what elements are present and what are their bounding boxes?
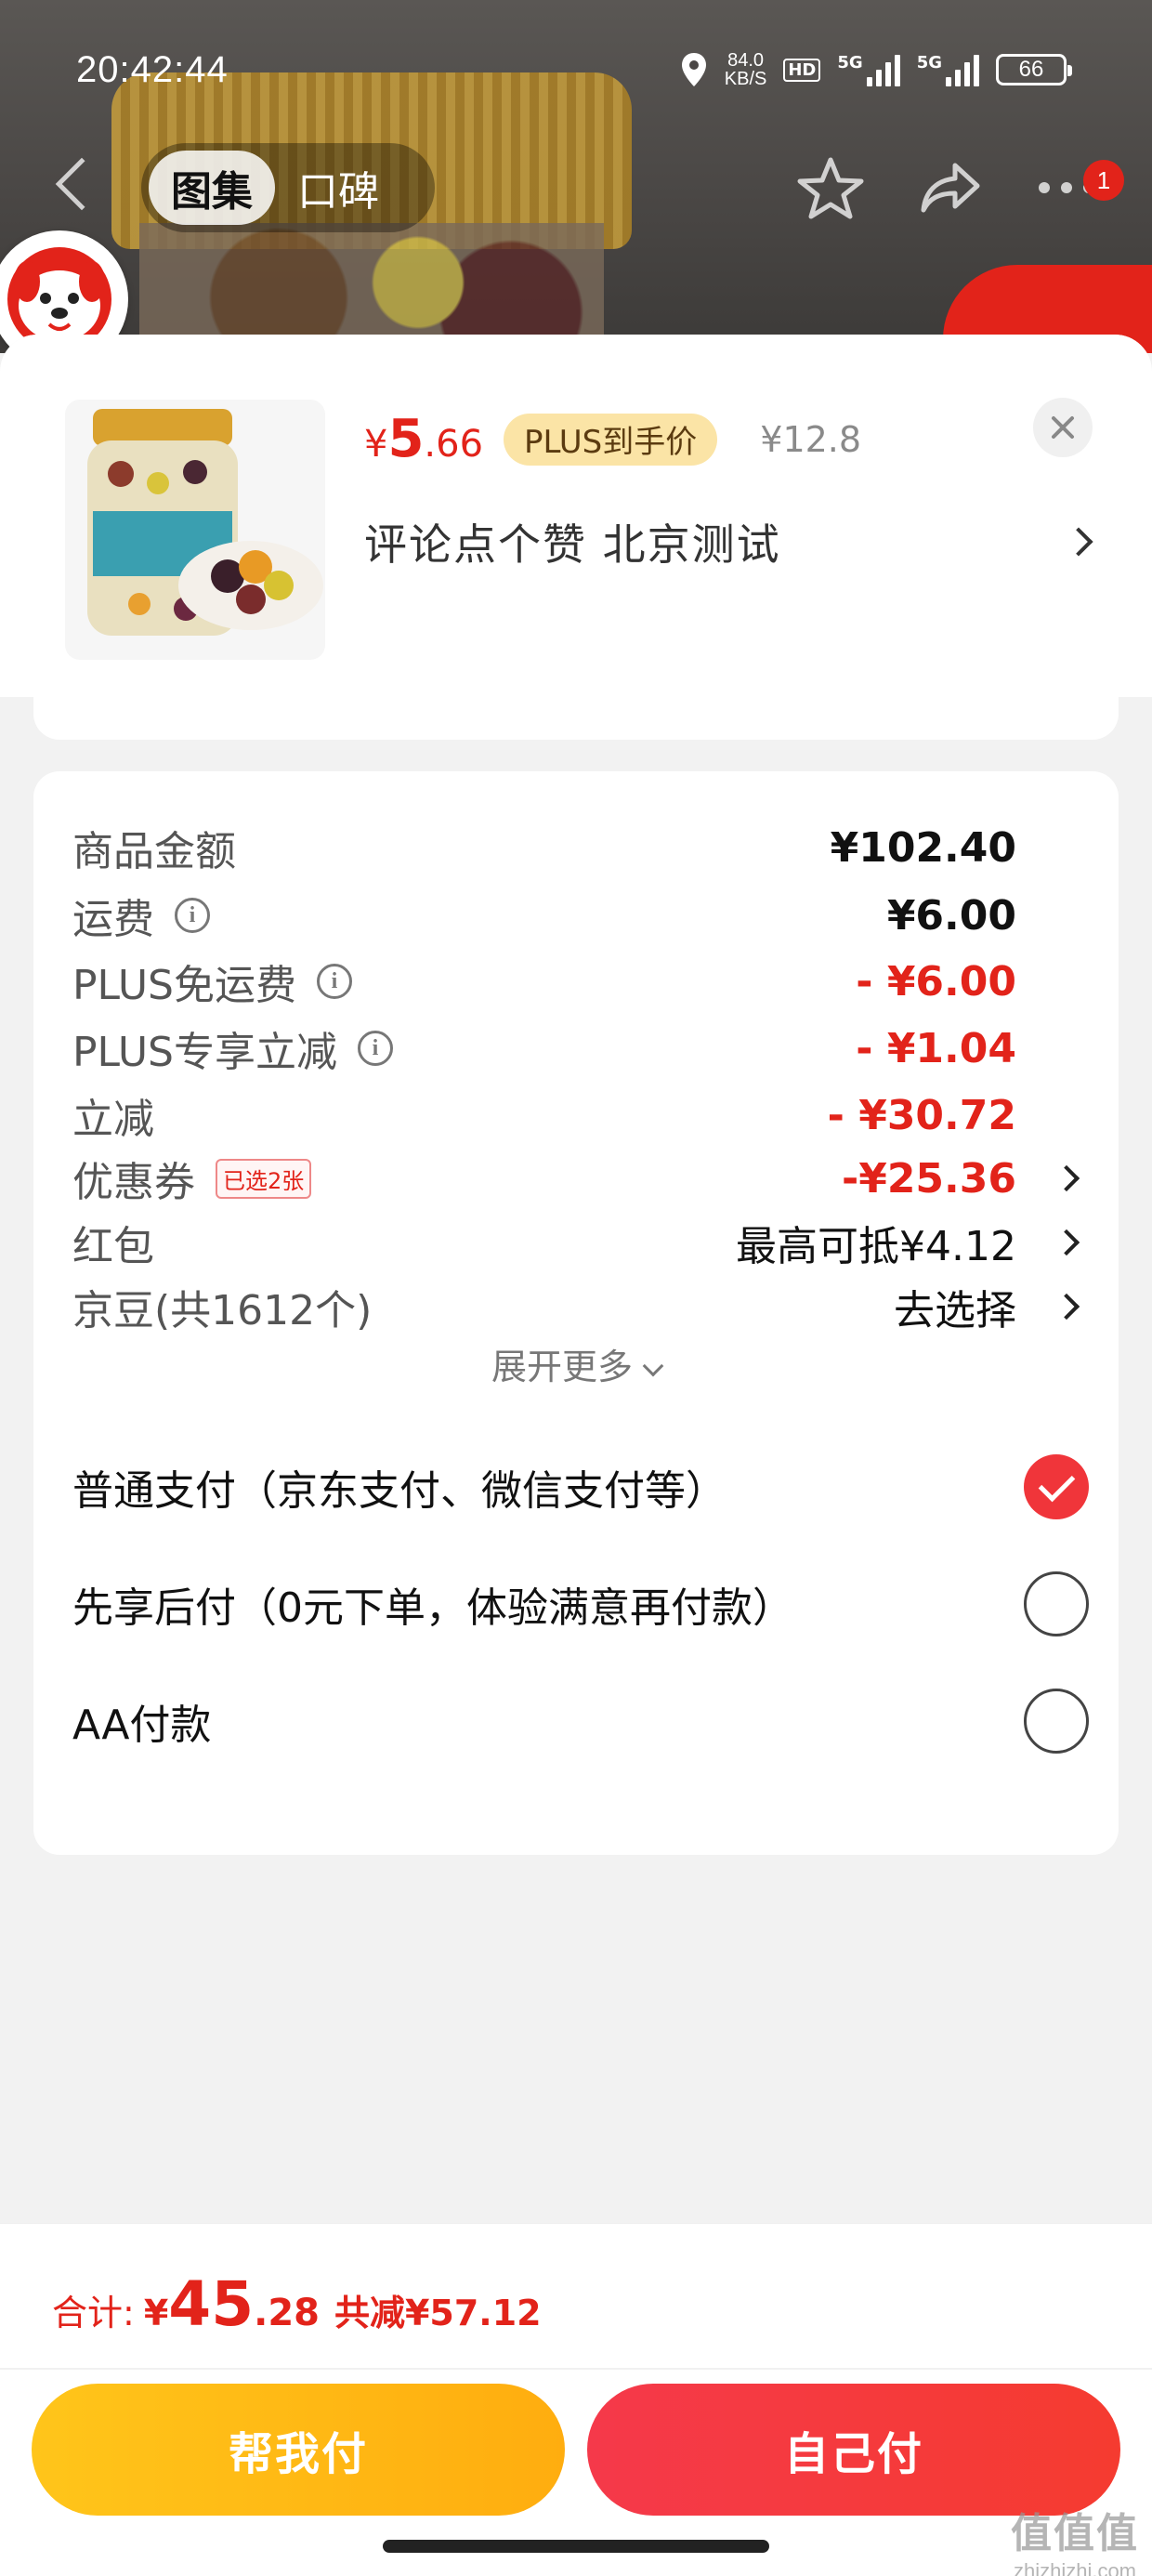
- gallery-tabs: 图集 口碑: [141, 143, 435, 232]
- cost-row-plus-discount: PLUS专享立减 i - ¥1.04: [72, 1020, 1080, 1077]
- more-button[interactable]: 1: [1037, 160, 1124, 201]
- product-summary: ¥ 5 .66 PLUS到手价 ¥12.8 评论点个赞 北京测试: [0, 335, 1152, 697]
- total-saved: 共减¥57.12: [334, 2293, 542, 2333]
- signal-label-2: 5G: [916, 53, 942, 72]
- product-price-row: ¥ 5 .66 PLUS到手价 ¥12.8: [364, 409, 861, 469]
- total-currency: ¥: [143, 2293, 169, 2333]
- pay-option-label: 普通支付（京东支付、微信支付等）: [72, 1467, 727, 1515]
- cost-value: ¥6.00: [886, 891, 1016, 940]
- status-bar: 20:42:44 84.0 KB/S HD 5G 5G 66: [0, 37, 1152, 102]
- nav-bar: 图集 口碑 1: [0, 139, 1152, 232]
- total-integer: 45: [168, 2268, 255, 2340]
- pay-option-label: 先享后付（0元下单，体验满意再付款）: [72, 1584, 793, 1632]
- cost-row-shipping: 运费 i ¥6.00: [72, 887, 1080, 944]
- product-description-row[interactable]: 评论点个赞 北京测试: [364, 511, 1093, 572]
- original-price: ¥12.8: [760, 418, 862, 460]
- watermark-site: zhizhizhi.com: [1013, 2559, 1137, 2576]
- product-description: 评论点个赞 北京测试: [364, 519, 781, 570]
- help-pay-button[interactable]: 帮我付: [32, 2384, 565, 2516]
- cost-value: 去选择: [894, 1287, 1016, 1334]
- cost-label: 京豆(共1612个): [72, 1287, 373, 1334]
- cost-label: 立减: [72, 1096, 154, 1143]
- cost-value: 最高可抵¥4.12: [736, 1223, 1016, 1270]
- raisin-jar-image: [87, 409, 323, 636]
- cost-row-instant-discount: 立减 - ¥30.72: [72, 1087, 1080, 1144]
- product-photo-body: [139, 223, 604, 353]
- chevron-right-icon: [1053, 1229, 1080, 1256]
- radio-icon[interactable]: [1024, 1571, 1089, 1636]
- share-icon[interactable]: [918, 160, 983, 216]
- home-indicator[interactable]: [383, 2540, 769, 2553]
- cost-row-goods: 商品金额 ¥102.40: [72, 820, 1080, 876]
- tab-reviews[interactable]: 口碑: [275, 151, 401, 225]
- divider: [0, 2368, 1152, 2370]
- price-currency: ¥: [364, 423, 388, 466]
- plus-price-tag: PLUS到手价: [504, 413, 718, 466]
- close-icon: [1052, 416, 1074, 439]
- total-row: 合计: ¥ 45 .28 共减¥57.12: [52, 2268, 542, 2340]
- net-speed: 84.0 KB/S: [725, 51, 767, 88]
- notification-badge: 1: [1083, 160, 1124, 201]
- cost-row-coupon[interactable]: 优惠券 已选2张 -¥25.36: [72, 1150, 1080, 1206]
- favorite-star-icon[interactable]: [797, 156, 864, 219]
- pay-option-pay-later[interactable]: 先享后付（0元下单，体验满意再付款）: [72, 1567, 1089, 1641]
- cost-label: 红包: [72, 1223, 154, 1270]
- chevron-right-icon: [1053, 1293, 1080, 1321]
- cost-value: - ¥30.72: [827, 1091, 1016, 1139]
- price-decimal: .66: [424, 423, 484, 466]
- chevron-down-icon: [642, 1355, 664, 1377]
- radio-icon[interactable]: [1024, 1689, 1089, 1754]
- self-pay-button[interactable]: 自己付: [587, 2384, 1120, 2516]
- watermark: 值值值 zhizhizhi.com: [1011, 2500, 1139, 2576]
- cost-value: ¥102.40: [830, 823, 1016, 872]
- watermark-glyphs: 值值值: [1011, 2511, 1139, 2556]
- net-speed-unit: KB/S: [724, 69, 767, 89]
- total-decimal: .28: [254, 2292, 320, 2334]
- pay-option-aa[interactable]: AA付款: [72, 1684, 1089, 1758]
- nav-actions: 1: [797, 156, 1124, 219]
- status-icons: 84.0 KB/S HD 5G 5G 66: [680, 51, 1072, 88]
- cost-label: PLUS专享立减: [72, 1029, 337, 1076]
- status-time: 20:42:44: [76, 48, 229, 90]
- cost-label: 运费: [72, 896, 154, 943]
- signal-label: 5G: [837, 53, 863, 72]
- checkout-footer: 合计: ¥ 45 .28 共减¥57.12 帮我付 自己付: [0, 2223, 1152, 2576]
- pay-option-normal[interactable]: 普通支付（京东支付、微信支付等）: [72, 1450, 1089, 1524]
- hd-icon: HD: [783, 58, 821, 82]
- cost-row-jd-beans[interactable]: 京豆(共1612个) 去选择: [72, 1279, 1080, 1334]
- cost-value: -¥25.36: [841, 1154, 1016, 1203]
- cost-value: - ¥1.04: [856, 1024, 1016, 1072]
- product-thumbnail[interactable]: [65, 400, 325, 660]
- cost-value: - ¥6.00: [856, 957, 1016, 1005]
- cost-label: 优惠券: [72, 1159, 195, 1206]
- total-label: 合计:: [52, 2293, 135, 2333]
- cost-label: 商品金额: [72, 828, 236, 875]
- signal-icon-2: 5G: [917, 53, 979, 86]
- info-icon[interactable]: i: [175, 898, 210, 933]
- close-button[interactable]: [1033, 398, 1093, 457]
- cost-row-red-packet[interactable]: 红包 最高可抵¥4.12: [72, 1215, 1080, 1270]
- cost-row-plus-free-shipping: PLUS免运费 i - ¥6.00: [72, 953, 1080, 1010]
- battery-icon: 66: [996, 54, 1072, 85]
- battery-level: 66: [1018, 57, 1044, 82]
- chevron-right-icon: [1064, 527, 1093, 557]
- address-card-bottom: [33, 697, 1119, 740]
- payment-method-card: 普通支付（京东支付、微信支付等） 先享后付（0元下单，体验满意再付款） AA付款: [33, 1403, 1119, 1775]
- info-icon[interactable]: i: [358, 1031, 393, 1066]
- pay-option-label: AA付款: [72, 1702, 212, 1749]
- coupon-selected-tag: 已选2张: [216, 1158, 312, 1199]
- signal-icon: 5G: [837, 53, 900, 86]
- radio-checked-icon[interactable]: [1024, 1454, 1089, 1519]
- location-icon: [681, 53, 706, 86]
- expand-more-button[interactable]: 展开更多: [33, 1338, 1119, 1389]
- back-icon[interactable]: [55, 157, 109, 211]
- price-integer: 5: [387, 409, 425, 469]
- cost-label: PLUS免运费: [72, 962, 296, 1009]
- tab-gallery[interactable]: 图集: [149, 151, 275, 225]
- expand-more-label: 展开更多: [491, 1347, 633, 1387]
- chevron-right-icon: [1053, 1164, 1080, 1192]
- info-icon[interactable]: i: [317, 964, 352, 999]
- net-speed-value: 84.0: [727, 50, 765, 71]
